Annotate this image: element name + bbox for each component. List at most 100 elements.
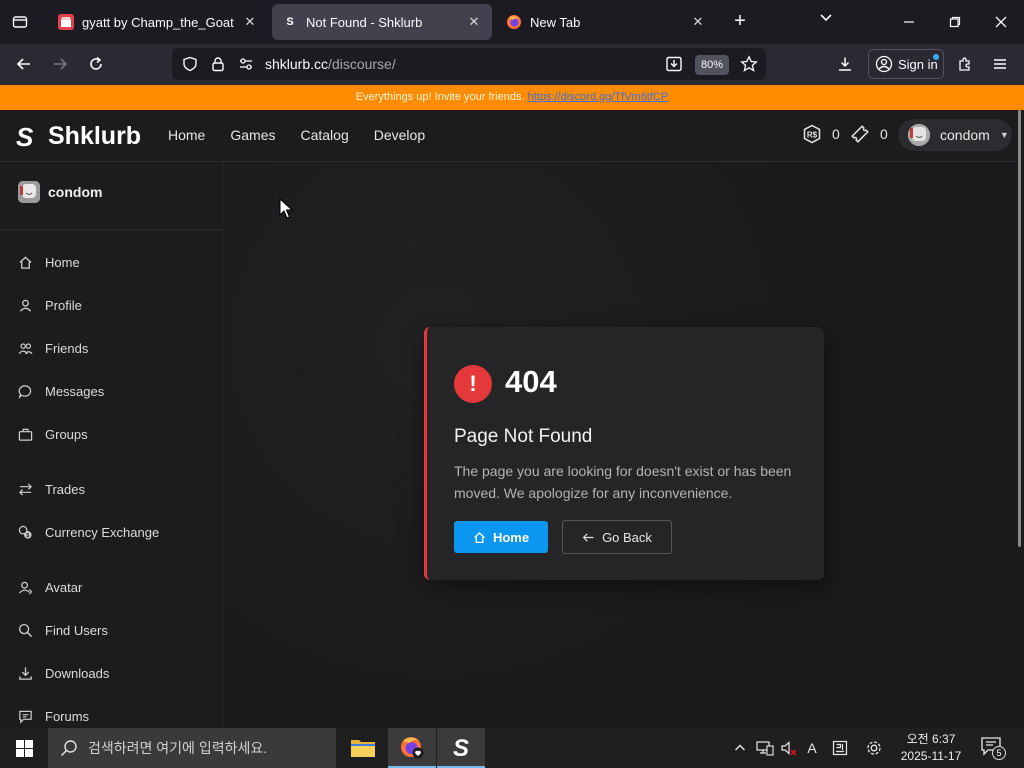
hamburger-icon xyxy=(994,59,1006,69)
account-icon xyxy=(875,55,893,73)
find-users-icon xyxy=(17,622,33,638)
sidebar-profile[interactable]: condom xyxy=(18,181,102,203)
nav-catalog[interactable]: Catalog xyxy=(300,127,348,143)
restore-button[interactable] xyxy=(932,0,978,44)
discord-invite-link[interactable]: https://discord.gg/TfVm6tfCP xyxy=(528,91,669,103)
list-all-tabs-button[interactable] xyxy=(814,10,838,34)
go-back-button[interactable]: Go Back xyxy=(562,520,672,554)
home-icon xyxy=(17,254,33,270)
reload-button[interactable] xyxy=(81,50,111,78)
user-menu-button[interactable]: condom ▼ xyxy=(898,119,1012,151)
close-tab-icon[interactable]: ✕ xyxy=(242,14,258,30)
shklurb-favicon-icon: S xyxy=(286,16,294,28)
close-window-button[interactable] xyxy=(978,0,1024,44)
settings-tray-button[interactable] xyxy=(862,728,886,768)
new-tab-button[interactable]: + xyxy=(728,8,752,36)
robux-balance[interactable]: R$ 0 xyxy=(802,124,840,144)
menu-button[interactable] xyxy=(985,50,1015,78)
tab-list-button[interactable] xyxy=(0,0,40,44)
home-button[interactable]: Home xyxy=(454,521,548,553)
page-scrollbar[interactable] xyxy=(1016,110,1024,728)
robux-count: 0 xyxy=(832,126,840,142)
firefox-icon xyxy=(401,737,424,759)
permissions-icon[interactable] xyxy=(236,54,256,74)
error-title: Page Not Found xyxy=(454,426,593,447)
input-method-button[interactable]: A xyxy=(802,728,822,768)
sidebar-item-forums[interactable]: Forums xyxy=(17,708,89,724)
tab-title: Not Found - Shklurb xyxy=(306,14,423,30)
sidebar-item-label: Messages xyxy=(45,383,105,399)
sidebar-item-label: Avatar xyxy=(45,579,83,595)
tab-gyatt[interactable]: gyatt by Champ_the_Goat ✕ xyxy=(48,4,268,40)
site-logo[interactable]: S Shklurb xyxy=(16,122,141,151)
shield-icon[interactable] xyxy=(180,54,200,74)
gear-icon xyxy=(867,741,881,755)
sidebar: condom Home Profile Friends Messages Gro… xyxy=(0,163,224,728)
taskbar-firefox[interactable] xyxy=(388,728,436,768)
sign-in-button[interactable]: Sign in xyxy=(868,49,944,79)
sidebar-item-label: Profile xyxy=(45,297,82,313)
downloads-button[interactable] xyxy=(830,50,860,78)
extensions-button[interactable] xyxy=(950,50,980,78)
nav-games[interactable]: Games xyxy=(230,127,275,143)
save-page-icon[interactable] xyxy=(664,54,684,74)
sidebar-item-profile[interactable]: Profile xyxy=(17,297,82,313)
sidebar-item-trades[interactable]: Trades xyxy=(17,481,85,497)
browser-toolbar: shklurb.cc/discourse/ 80% Sign in xyxy=(0,44,1024,85)
url-text[interactable]: shklurb.cc/discourse/ xyxy=(265,56,396,72)
forward-button[interactable] xyxy=(45,50,75,78)
sidebar-item-friends[interactable]: Friends xyxy=(17,340,88,356)
sidebar-item-home[interactable]: Home xyxy=(17,254,80,270)
main-content: ! 404 Page Not Found The page you are lo… xyxy=(225,163,1016,728)
tickets-balance[interactable]: 0 xyxy=(850,124,888,144)
start-button[interactable] xyxy=(0,728,48,768)
ticket-icon xyxy=(850,124,870,144)
korean-ime-button[interactable] xyxy=(828,728,852,768)
browser-tab-bar: gyatt by Champ_the_Goat ✕ S Not Found - … xyxy=(0,0,1024,44)
back-button[interactable] xyxy=(9,50,39,78)
sidebar-item-messages[interactable]: Messages xyxy=(17,383,104,399)
sidebar-item-label: Home xyxy=(45,254,80,270)
go-back-label: Go Back xyxy=(602,529,652,545)
avatar xyxy=(908,124,930,146)
tickets-count: 0 xyxy=(880,126,888,142)
store-favicon-icon xyxy=(58,14,74,30)
sidebar-item-label: Friends xyxy=(45,340,89,356)
sidebar-item-downloads[interactable]: Downloads xyxy=(17,665,109,681)
minimize-button[interactable] xyxy=(886,0,932,44)
banner-text: Everythings up! Invite your friends. xyxy=(355,91,528,103)
lock-icon[interactable] xyxy=(208,54,228,74)
currency-exchange-icon: $ xyxy=(17,524,33,540)
sidebar-item-label: Downloads xyxy=(45,665,110,681)
sidebar-item-groups[interactable]: Groups xyxy=(17,426,88,442)
url-bar[interactable]: shklurb.cc/discourse/ 80% xyxy=(172,48,766,80)
robux-icon-label: R$ xyxy=(807,131,818,140)
close-icon xyxy=(995,16,1007,28)
bookmark-star-icon[interactable] xyxy=(739,54,759,74)
tab-not-found[interactable]: S Not Found - Shklurb ✕ xyxy=(272,4,492,40)
taskbar-clock[interactable]: 오전 6:37 2025-11-17 xyxy=(890,731,972,765)
screen: gyatt by Champ_the_Goat ✕ S Not Found - … xyxy=(0,0,1024,768)
nav-develop[interactable]: Develop xyxy=(374,127,425,143)
nav-home[interactable]: Home xyxy=(168,127,205,143)
brand-name: Shklurb xyxy=(48,122,142,150)
show-hidden-icons-button[interactable] xyxy=(730,728,750,768)
taskbar-search-box[interactable]: 검색하려면 여기에 입력하세요. xyxy=(48,728,336,768)
sidebar-item-avatar[interactable]: Avatar xyxy=(17,579,82,595)
taskbar-shklurb[interactable]: S xyxy=(437,728,485,768)
sidebar-item-currency-exchange[interactable]: $ Currency Exchange xyxy=(17,524,159,540)
network-tray-button[interactable] xyxy=(754,728,776,768)
notifications-button[interactable]: 5 xyxy=(980,736,1006,760)
close-tab-icon[interactable]: ✕ xyxy=(466,14,482,30)
friends-icon xyxy=(17,340,33,356)
tab-new-tab[interactable]: New Tab ✕ xyxy=(496,4,716,40)
close-tab-icon[interactable]: ✕ xyxy=(690,14,706,30)
zoom-level-button[interactable]: 80% xyxy=(695,55,729,75)
taskbar-file-explorer[interactable] xyxy=(339,728,387,768)
svg-text:S: S xyxy=(453,735,469,760)
sidebar-item-find-users[interactable]: Find Users xyxy=(17,622,108,638)
volume-tray-button[interactable] xyxy=(778,728,800,768)
main-nav: Home Games Catalog Develop xyxy=(168,127,450,143)
profile-icon xyxy=(17,297,33,313)
scrollbar-thumb[interactable] xyxy=(1018,110,1021,547)
